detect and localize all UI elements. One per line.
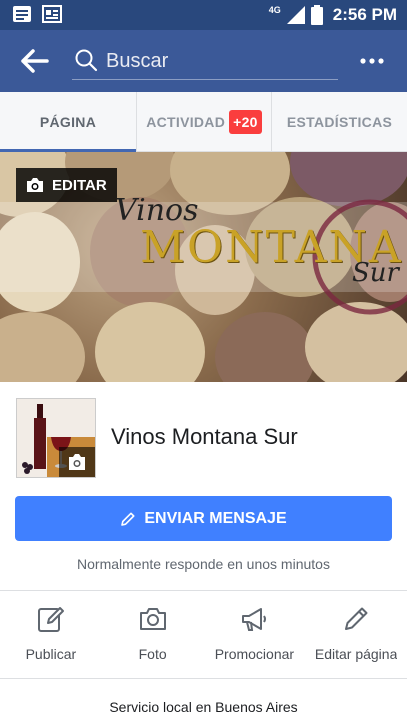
local-service-info: Servicio local en Buenos Aires (109, 699, 298, 715)
edit-cover-button[interactable]: EDITAR (16, 168, 117, 202)
notification-badge: +20 (229, 110, 262, 134)
page-actions: Publicar Foto Promocionar Editar página (0, 604, 407, 666)
brand-logo-line3: Sur (352, 258, 399, 288)
tab-actividad[interactable]: ACTIVIDAD +20 (136, 92, 271, 152)
send-message-label: ENVIAR MENSAJE (144, 509, 287, 527)
pencil-icon (121, 511, 135, 526)
promote-action[interactable]: Promocionar (204, 604, 306, 666)
edit-cover-label: EDITAR (52, 176, 107, 194)
page-title: Vinos Montana Sur (111, 424, 298, 449)
message-notification-icon (13, 6, 31, 22)
clock: 2:56 PM (332, 5, 397, 24)
change-profile-photo-button[interactable] (59, 447, 95, 477)
signal-icon (286, 6, 305, 24)
tab-pagina[interactable]: PÁGINA (0, 92, 136, 153)
news-notification-icon (42, 5, 62, 23)
edit-page-action[interactable]: Editar página (305, 604, 407, 666)
camera-icon (69, 454, 85, 470)
back-arrow-icon[interactable] (20, 47, 50, 75)
top-bar (0, 30, 407, 92)
status-bar: 4G 2:56 PM (0, 0, 407, 30)
battery-icon (310, 5, 323, 25)
photo-action[interactable]: Foto (102, 604, 204, 666)
search-input[interactable] (106, 48, 326, 74)
search-icon (75, 49, 98, 72)
pencil-icon (345, 607, 368, 630)
send-message-button[interactable]: ENVIAR MENSAJE (15, 496, 392, 541)
action-label: Publicar (25, 646, 77, 662)
response-time-note: Normalmente responde en unos minutos (77, 556, 330, 572)
action-label: Foto (138, 646, 167, 662)
megaphone-icon (242, 608, 267, 631)
more-options-icon[interactable] (359, 52, 385, 70)
tab-estadisticas[interactable]: ESTADÍSTICAS (271, 92, 407, 152)
profile-picture[interactable] (16, 398, 96, 478)
tab-label: ESTADÍSTICAS (286, 114, 393, 130)
action-label: Promocionar (214, 646, 295, 662)
divider (0, 678, 407, 679)
action-label: Editar página (314, 646, 398, 662)
tab-label: ACTIVIDAD (146, 114, 226, 130)
tab-label: PÁGINA (39, 114, 97, 130)
divider (0, 590, 407, 591)
camera-icon (139, 608, 166, 630)
network-type: 4G (268, 5, 281, 15)
publish-action[interactable]: Publicar (0, 604, 102, 666)
camera-icon (27, 178, 43, 192)
page-tabs: PÁGINA ACTIVIDAD +20 ESTADÍSTICAS (0, 92, 407, 153)
compose-icon (37, 607, 64, 632)
search-bar[interactable] (72, 44, 338, 80)
